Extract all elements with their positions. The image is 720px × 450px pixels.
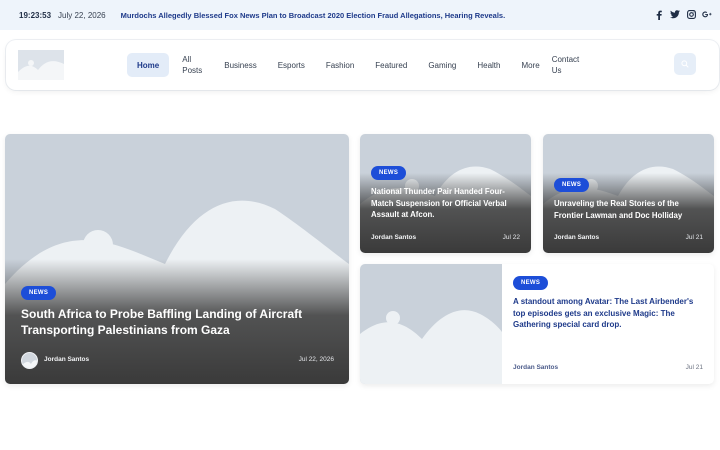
- post-date: Jul 22: [502, 234, 520, 241]
- post-thumbnail[interactable]: [360, 264, 502, 384]
- post-author[interactable]: Jordan Santos: [44, 356, 89, 363]
- nav-contact-us[interactable]: Contact Us: [552, 53, 586, 77]
- hero-post-title[interactable]: South Africa to Probe Baffling Landing o…: [21, 306, 331, 338]
- nav-fashion[interactable]: Fashion: [326, 53, 354, 77]
- top-bar: 19:23:53 July 22, 2026 Murdochs Allegedl…: [0, 0, 720, 30]
- nav-featured[interactable]: Featured: [375, 53, 407, 77]
- post-author[interactable]: Jordan Santos: [513, 364, 558, 371]
- nav-health[interactable]: Health: [477, 53, 500, 77]
- google-plus-icon[interactable]: [702, 9, 712, 20]
- post-title[interactable]: National Thunder Pair Handed Four-Match …: [371, 186, 526, 221]
- image-placeholder-icon: [18, 50, 64, 80]
- category-badge[interactable]: NEWS: [554, 178, 590, 192]
- nav-more[interactable]: More: [521, 53, 539, 77]
- post-title[interactable]: Unraveling the Real Stories of the Front…: [554, 198, 709, 221]
- hero-post-card[interactable]: NEWS South Africa to Probe Baffling Land…: [5, 134, 349, 384]
- post-card-horizontal[interactable]: NEWS A standout among Avatar: The Last A…: [360, 264, 714, 384]
- nav-all-posts[interactable]: All Posts: [182, 53, 212, 77]
- post-card[interactable]: NEWS Unraveling the Real Stories of the …: [543, 134, 714, 253]
- nav-home[interactable]: Home: [127, 53, 170, 77]
- facebook-icon[interactable]: [654, 9, 664, 20]
- current-date: July 22, 2026: [58, 10, 106, 20]
- image-placeholder-icon: [360, 310, 502, 384]
- twitter-icon[interactable]: [670, 9, 680, 20]
- clock-time: 19:23:53: [19, 10, 52, 20]
- nav-esports[interactable]: Esports: [278, 53, 305, 77]
- category-badge[interactable]: NEWS: [513, 276, 549, 290]
- post-date: Jul 21: [685, 364, 703, 371]
- post-author[interactable]: Jordan Santos: [554, 234, 599, 241]
- post-card[interactable]: NEWS National Thunder Pair Handed Four-M…: [360, 134, 531, 253]
- site-logo[interactable]: [18, 50, 64, 80]
- post-author[interactable]: Jordan Santos: [371, 234, 416, 241]
- nav-gaming[interactable]: Gaming: [428, 53, 456, 77]
- main-nav: Home All Posts Business Esports Fashion …: [127, 48, 586, 82]
- social-links: [654, 9, 712, 20]
- post-date: Jul 21: [685, 234, 703, 241]
- nav-business[interactable]: Business: [224, 53, 256, 77]
- avatar: [21, 352, 38, 369]
- breaking-news-ticker[interactable]: Murdochs Allegedly Blessed Fox News Plan…: [121, 11, 506, 20]
- instagram-icon[interactable]: [686, 9, 696, 20]
- post-date: Jul 22, 2026: [298, 356, 334, 363]
- site-header: Home All Posts Business Esports Fashion …: [6, 40, 719, 90]
- search-button[interactable]: [674, 53, 696, 75]
- category-badge[interactable]: NEWS: [371, 166, 407, 180]
- search-icon: [681, 60, 689, 68]
- post-title[interactable]: A standout among Avatar: The Last Airben…: [513, 296, 703, 331]
- category-badge[interactable]: NEWS: [21, 286, 57, 300]
